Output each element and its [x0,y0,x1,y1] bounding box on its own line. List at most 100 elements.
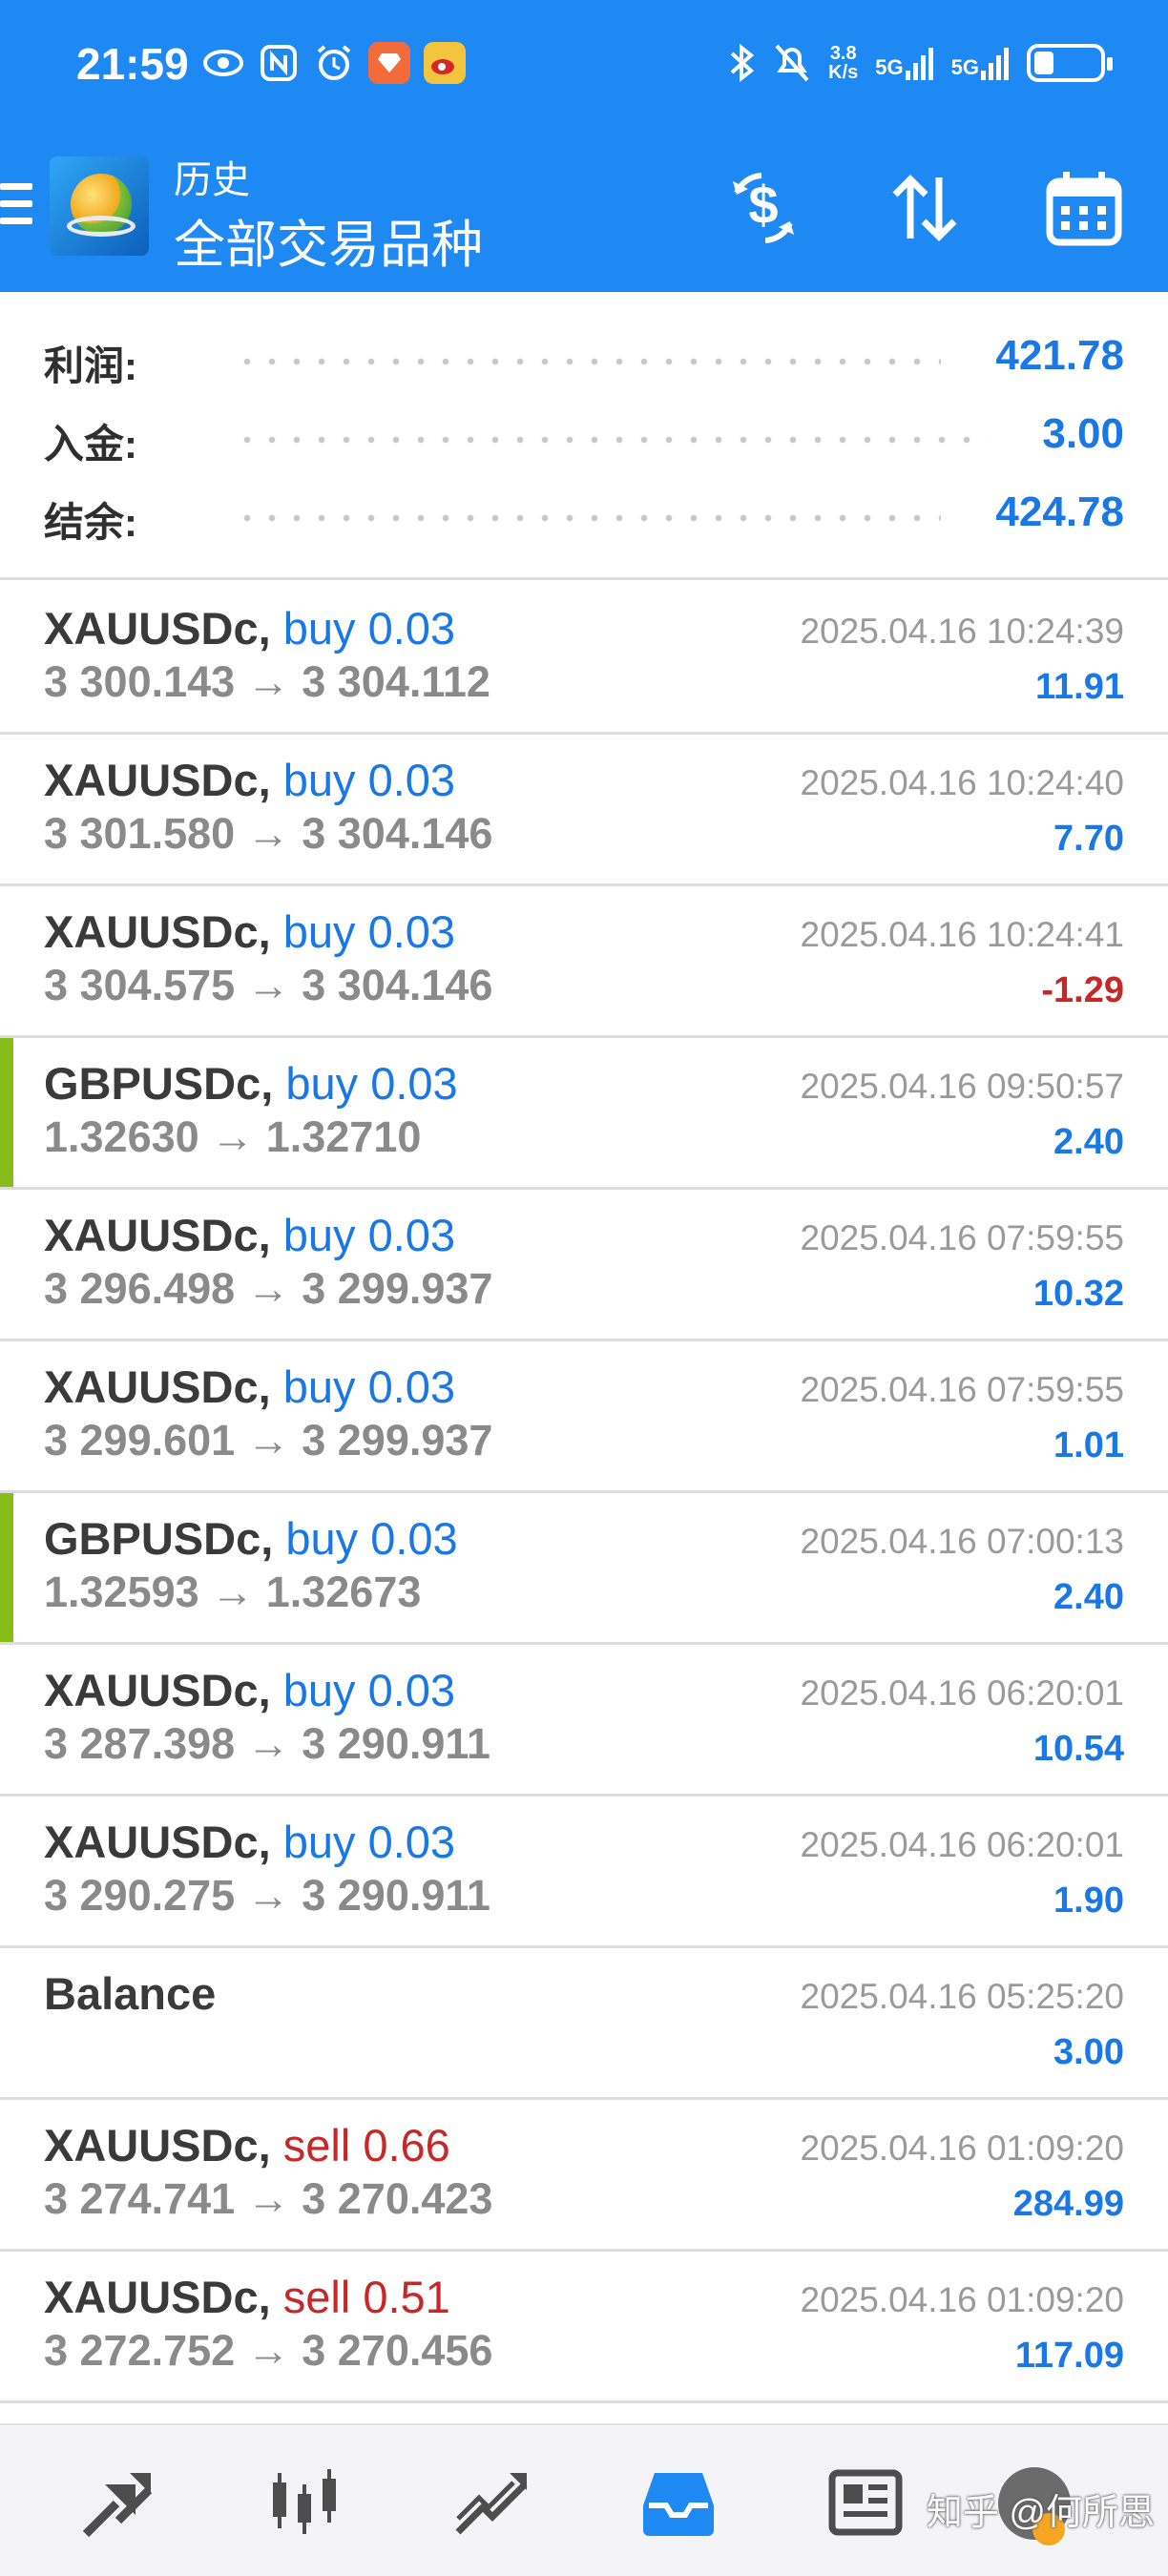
mute-icon [775,44,809,82]
deal-row[interactable]: XAUUSDc, sell 0.66 3 274.741 → 3 270.423 2… [0,2100,1168,2252]
deal-volume: 0.03 [367,755,456,805]
deal-type: buy [282,1210,356,1260]
deal-prices: 1.32630 → 1.32710 [44,1112,421,1162]
app-header: 21:59 3.8 K/s 5G 5G 历史 全部交易品种 $ [0,0,1168,292]
deal-prices: 3 272.752 → 3 270.456 [44,2326,492,2376]
deal-time: 2025.04.16 07:00:13 [800,1522,1125,1561]
deal-profit: 10.32 [1032,1274,1124,1314]
deal-open-price: 3 299.601 [44,1416,236,1465]
news-icon [828,2469,903,2536]
deal-open-price: 3 301.580 [44,809,236,858]
svg-text:$: $ [748,175,778,235]
deal-close-price: 3 304.112 [302,657,490,706]
app-badge-icon [368,42,410,84]
deal-open-price: 3 304.575 [44,961,236,1009]
deal-title: XAUUSDc, buy 0.03 [44,1209,455,1261]
deal-row[interactable]: XAUUSDc, buy 0.03 3 300.143 → 3 304.112 20… [0,583,1168,735]
alarm-icon [313,42,355,84]
deal-volume: 0.03 [367,1665,456,1715]
deal-title: GBPUSDc, buy 0.03 [44,1057,458,1110]
deal-profit: 1.90 [1053,1880,1124,1921]
deal-profit: 1.01 [1053,1425,1124,1465]
deal-volume: 0.51 [363,2272,450,2322]
deal-type: sell [282,2120,351,2171]
deal-row[interactable]: XAUUSDc, buy 0.03 3 290.275 → 3 290.911 20… [0,1797,1168,1948]
deal-volume: 0.03 [367,906,456,957]
deal-title: XAUUSDc, buy 0.03 [44,1664,455,1716]
deal-profit: 11.91 [1035,667,1124,707]
deal-row[interactable]: XAUUSDc, buy 0.03 3 304.575 → 3 304.146 20… [0,886,1168,1038]
deal-row[interactable]: GBPUSDc, buy 0.03 1.32630 → 1.32710 2025.0… [0,1038,1168,1190]
summary-balance-row: 结余: 424.78 [0,479,1168,555]
deal-title: XAUUSDc, buy 0.03 [44,602,455,654]
nav-news[interactable] [823,2460,908,2545]
deal-open-price: 3 272.752 [44,2326,236,2375]
status-left-icons [202,42,466,84]
calendar-button[interactable] [1038,162,1130,254]
deal-volume: 0.66 [363,2120,450,2171]
deal-row[interactable]: XAUUSDc, buy 0.03 3 296.498 → 3 299.937 20… [0,1190,1168,1341]
nfc-icon [258,42,300,84]
deal-volume: 0.03 [367,1361,456,1412]
deal-volume: 0.03 [370,1513,458,1564]
deal-row[interactable]: XAUUSDc, buy 0.03 3 301.580 → 3 304.146 20… [0,735,1168,886]
deal-title: Balance [44,1967,216,2020]
deal-type: buy [282,755,356,805]
menu-icon[interactable] [0,183,32,233]
arrow-icon: → [246,1719,290,1768]
deal-time: 2025.04.16 10:24:40 [800,763,1125,802]
deal-time: 2025.04.16 10:24:41 [800,915,1125,954]
deal-time: 2025.04.16 01:09:20 [800,2280,1125,2319]
deal-row[interactable]: Balance 2025.04.16 05:25:20 3.00 [0,1948,1168,2100]
symbol-filter-title[interactable]: 全部交易品种 [174,202,483,278]
deal-open-price: 3 274.741 [44,2174,236,2223]
dollar-sync-icon: $ [733,173,794,243]
deal-symbol: XAUUSDc, [44,1817,271,1867]
summary-deposit-row: 入金: 3.00 [0,401,1168,477]
dotted-leader [235,513,941,523]
deal-close-price: 3 290.911 [302,1871,490,1920]
deal-symbol: GBPUSDc, [44,1058,274,1109]
deal-close-price: 3 299.937 [302,1264,493,1313]
deal-close-price: 1.32673 [265,1568,422,1616]
bottom-nav: 知乎 @何所思 [0,2423,1168,2576]
watermark: 知乎 @何所思 [926,2493,1155,2533]
arrow-icon: → [246,657,290,706]
deal-type: buy [285,1058,359,1109]
deal-title: XAUUSDc, buy 0.03 [44,905,455,958]
app-bar: 历史 全部交易品种 $ [0,143,1168,286]
deal-volume: 0.03 [367,603,456,654]
deal-open-price: 3 300.143 [44,657,236,706]
deal-close-price: 3 304.146 [302,809,493,858]
deal-prices: 3 300.143 → 3 304.112 [44,657,490,707]
arrow-icon: → [246,809,290,858]
trade-icon [455,2473,528,2535]
dollar-sync-button[interactable]: $ [718,162,809,254]
nav-chart[interactable] [261,2460,347,2545]
summary-label: 结余: [44,500,137,545]
nav-trade[interactable] [448,2460,534,2545]
deal-volume: 0.03 [370,1058,458,1109]
calendar-icon [1046,172,1122,246]
deal-title: XAUUSDc, sell 0.66 [44,2119,450,2171]
deal-prices: 3 299.601 → 3 299.937 [44,1416,492,1465]
deal-open-price: 1.32630 [44,1112,199,1161]
deal-row[interactable]: XAUUSDc, buy 0.03 3 299.601 → 3 299.937 20… [0,1341,1168,1493]
sort-button[interactable] [878,162,970,254]
deal-open-price: 3 290.275 [44,1871,236,1920]
deal-close-price: 3 270.423 [302,2174,493,2223]
deal-row[interactable]: XAUUSDc, buy 0.03 3 287.398 → 3 290.911 20… [0,1645,1168,1797]
deal-row[interactable]: GBPUSDc, buy 0.03 1.32593 → 1.32673 2025.0… [0,1493,1168,1645]
page-subtitle: 历史 [174,159,250,201]
arrow-icon: → [246,1416,290,1465]
deal-row[interactable]: XAUUSDc, sell 0.51 3 272.752 → 3 270.456 2… [0,2252,1168,2403]
nav-quotes[interactable] [74,2460,160,2545]
deal-type: buy [282,1665,356,1715]
arrow-icon: → [246,961,290,1009]
deal-symbol: XAUUSDc, [44,906,271,957]
deal-prices: 3 287.398 → 3 290.911 [44,1719,490,1769]
nav-history[interactable] [636,2460,721,2545]
summary-value: 3.00 [1042,410,1124,457]
deals-list: XAUUSDc, buy 0.03 3 300.143 → 3 304.112 20… [0,583,1168,2403]
arrow-icon: → [246,2326,290,2375]
